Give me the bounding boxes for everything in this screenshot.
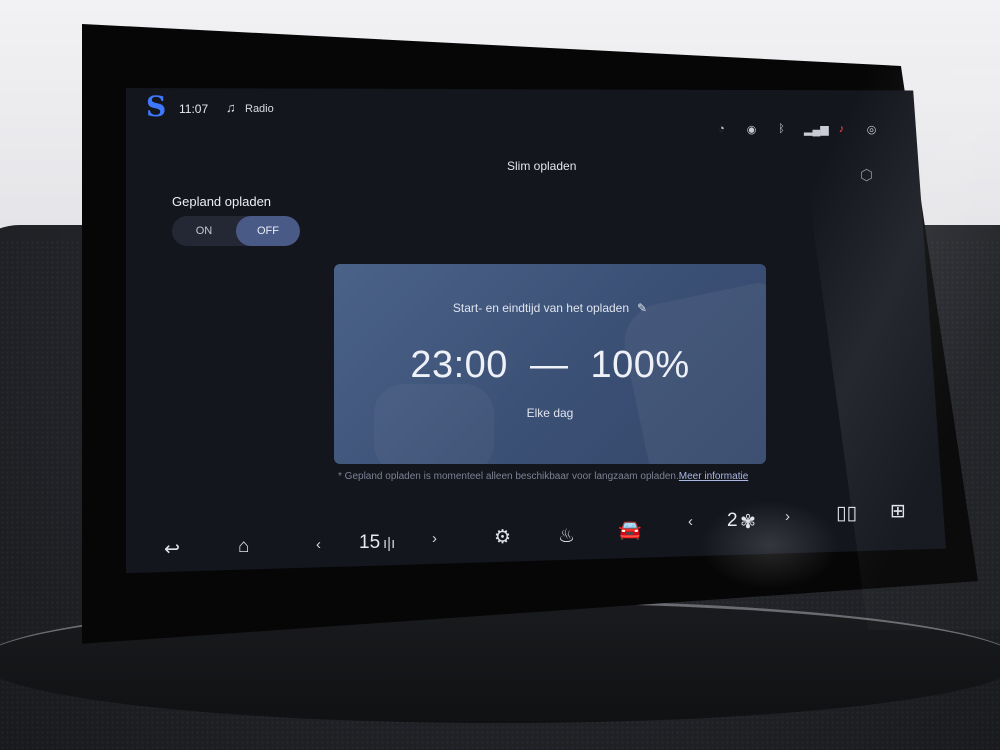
gear-icon[interactable]: ⚙ <box>494 526 511 549</box>
start-time: 23:00 <box>410 344 508 386</box>
info-note: * Gepland opladen is momenteel alleen be… <box>338 471 748 482</box>
infotainment-screen: S 11:07 ♫ Radio ◔ ◉ ᛒ ▂▄▆ ♪ ◎ Slim oplad… <box>126 88 946 574</box>
location-icon[interactable]: ◉ <box>744 123 759 136</box>
status-clock: 11:07 <box>179 102 209 116</box>
value-separator: — <box>529 344 569 386</box>
brand-logo-icon[interactable]: S <box>146 93 166 121</box>
volume-level: 15 <box>359 532 381 553</box>
more-info-link[interactable]: Meer informatie <box>679 471 748 482</box>
edit-pencil-icon[interactable]: ✎ <box>637 301 647 315</box>
volume-down-chevron-icon[interactable]: ‹ <box>316 536 321 553</box>
fan-speed: 2 <box>727 510 738 531</box>
card-subtitle: Start- en eindtijd van het opladen ✎ <box>334 301 766 315</box>
card-subtitle-text: Start- en eindtijd van het opladen <box>452 301 630 315</box>
seat-heating-icon[interactable]: ♨ <box>558 525 575 548</box>
media-source-label[interactable]: Radio <box>245 103 274 115</box>
notification-icon[interactable]: ♪ <box>834 123 849 136</box>
profile-icon[interactable]: ◎ <box>864 123 879 136</box>
fan-up-chevron-icon[interactable]: › <box>785 508 790 525</box>
speedometer-icon[interactable]: ◔ <box>714 123 729 136</box>
page-title: Slim opladen <box>507 159 577 173</box>
scheduled-charging-toggle[interactable]: ON OFF <box>172 216 300 246</box>
card-decor-car <box>374 384 494 464</box>
repeat-schedule: Elke dag <box>526 406 574 420</box>
music-note-icon[interactable]: ♫ <box>226 100 236 115</box>
signal-icon[interactable]: ▂▄▆ <box>804 123 829 136</box>
charging-schedule-card[interactable]: Start- en eindtijd van het opladen ✎ 23:0… <box>334 264 766 464</box>
target-level: 100% <box>590 344 690 386</box>
car-interior-scene: S 11:07 ♫ Radio ◔ ◉ ᛒ ▂▄▆ ♪ ◎ Slim oplad… <box>0 0 1000 750</box>
toggle-on-button[interactable]: ON <box>172 216 236 246</box>
apps-grid-icon[interactable]: ⊞ <box>890 500 906 523</box>
bluetooth-icon[interactable]: ᛒ <box>774 123 789 136</box>
fan-icon[interactable]: ✾ <box>740 511 756 534</box>
status-icons: ◔ ◉ ᛒ ▂▄▆ ♪ ◎ <box>714 123 879 136</box>
toggle-off-button[interactable]: OFF <box>236 216 300 246</box>
car-icon[interactable]: 🚘 <box>618 518 642 542</box>
volume-up-chevron-icon[interactable]: › <box>432 530 437 547</box>
split-screen-icon[interactable]: ▯▯ <box>836 502 857 525</box>
volume-bars-icon: ı|ı <box>383 535 396 552</box>
scheduled-charging-label: Gepland opladen <box>172 194 272 209</box>
settings-hex-icon[interactable]: ⬡ <box>860 166 873 184</box>
info-note-text: * Gepland opladen is momenteel alleen be… <box>338 471 679 482</box>
card-main-values: 23:00 — 100% <box>334 344 766 387</box>
back-icon[interactable]: ↩ <box>164 538 180 561</box>
home-icon[interactable]: ⌂ <box>238 536 249 558</box>
fan-down-chevron-icon[interactable]: ‹ <box>688 513 693 530</box>
